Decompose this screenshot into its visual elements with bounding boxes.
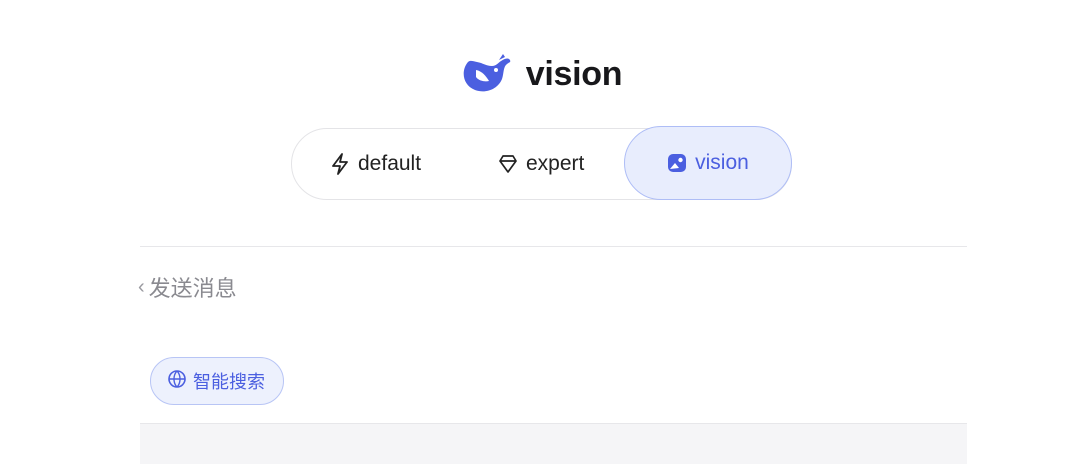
message-input[interactable]: ‹ 发送消息 <box>138 271 237 303</box>
mode-switch: default expert vision <box>291 126 792 200</box>
mode-vision-option[interactable]: vision <box>624 126 792 200</box>
smart-search-button[interactable]: 智能搜索 <box>150 357 284 405</box>
chevron-left-icon: ‹ <box>138 275 145 298</box>
message-composer: ‹ 发送消息 智能搜索 <box>138 246 967 424</box>
mode-expert-option[interactable]: expert <box>498 129 584 199</box>
message-placeholder: 发送消息 <box>148 276 237 301</box>
mode-default-label: default <box>358 152 422 175</box>
composer-footer <box>140 424 967 464</box>
gem-icon <box>498 155 518 173</box>
image-icon <box>667 153 687 173</box>
whale-logo-icon <box>458 52 512 96</box>
page-title: vision <box>525 54 623 93</box>
header: vision <box>0 52 1080 96</box>
smart-search-label: 智能搜索 <box>193 372 265 392</box>
globe-icon <box>167 369 187 394</box>
lightning-icon <box>330 153 350 175</box>
mode-default-option[interactable]: default <box>330 129 421 199</box>
mode-expert-label: expert <box>526 152 585 175</box>
mode-vision-label: vision <box>695 151 749 174</box>
